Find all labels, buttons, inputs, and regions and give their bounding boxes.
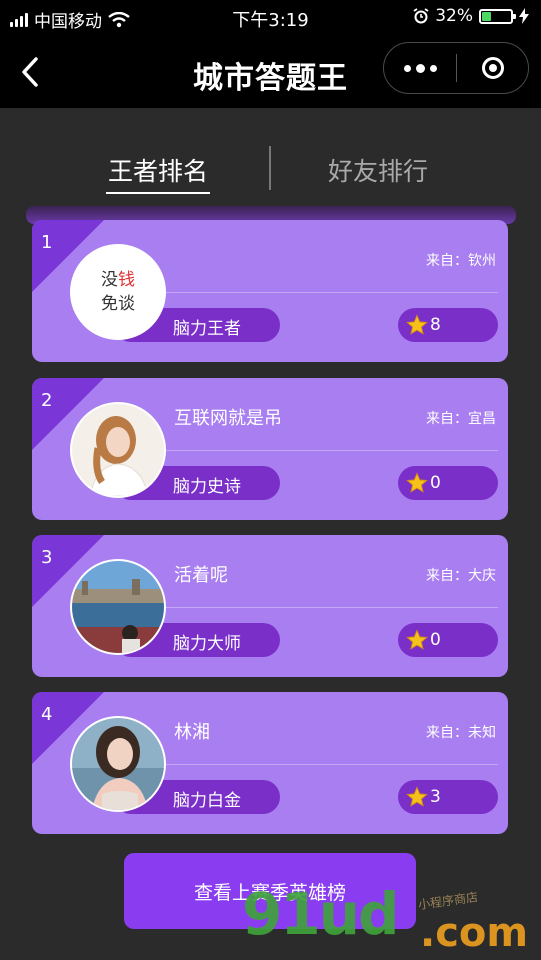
player-location: 来自：未知 xyxy=(426,725,496,741)
alarm-icon xyxy=(413,8,429,24)
star-count-badge: 0 xyxy=(398,623,498,657)
player-name: 活着呢 xyxy=(174,565,228,586)
charging-icon xyxy=(519,8,529,24)
rank-number: 4 xyxy=(41,704,53,725)
tab-friend-ranking[interactable]: 好友排行 xyxy=(328,152,428,188)
more-dots-icon[interactable] xyxy=(384,43,456,93)
miniprogram-close-button[interactable] xyxy=(457,43,528,93)
ranking-card[interactable]: 3 活着呢 来自：大庆 脑力大师 0 xyxy=(32,535,508,677)
star-icon xyxy=(406,786,428,807)
avatar-photo xyxy=(72,561,164,653)
ranking-card[interactable]: 2 互联网就是吊 来自：宜昌 脑力史诗 0 xyxy=(32,378,508,520)
site-watermark: 91ud 小程序商店 .com xyxy=(242,880,532,960)
star-count: 0 xyxy=(430,473,441,493)
miniprogram-close-icon xyxy=(481,57,504,79)
battery-icon xyxy=(479,8,516,24)
avatar-text: 免谈 xyxy=(101,294,135,314)
card-divider xyxy=(160,764,498,765)
player-name: 林湘 xyxy=(174,722,210,743)
rank-title: 脑力史诗 xyxy=(173,477,241,497)
battery-percent: 32% xyxy=(435,6,473,26)
ranking-card[interactable]: 4 林湘 来自：未知 脑力白金 3 xyxy=(32,692,508,834)
rank-number: 1 xyxy=(41,232,53,253)
rank-title: 脑力白金 xyxy=(173,791,241,811)
tab-label: 王者排名 xyxy=(108,157,209,186)
player-name: 互联网就是吊 xyxy=(174,408,282,429)
player-location: 来自：大庆 xyxy=(426,568,496,584)
star-icon xyxy=(406,314,428,335)
avatar xyxy=(70,716,166,812)
star-icon xyxy=(406,629,428,650)
avatar-photo xyxy=(72,718,164,810)
watermark-main: 91ud xyxy=(242,880,400,948)
rank-title: 脑力大师 xyxy=(173,634,241,654)
tab-king-ranking[interactable]: 王者排名 xyxy=(106,152,211,194)
tab-bar: 王者排名 好友排行 xyxy=(0,140,541,200)
card-divider xyxy=(160,292,498,293)
card-divider xyxy=(160,450,498,451)
star-count-badge: 0 xyxy=(398,466,498,500)
tab-label: 好友排行 xyxy=(328,157,429,186)
avatar-text: 没钱 xyxy=(101,270,135,290)
player-location: 来自：宜昌 xyxy=(426,411,496,427)
star-count-badge: 3 xyxy=(398,780,498,814)
rank-number: 2 xyxy=(41,390,53,411)
avatar: 没钱 免谈 xyxy=(70,244,166,340)
status-bar: 中国移动 下午3:19 32% xyxy=(0,0,541,36)
avatar-photo xyxy=(72,404,164,496)
miniprogram-capsule xyxy=(383,42,529,94)
tab-active-underline xyxy=(106,192,211,194)
star-count-badge: 8 xyxy=(398,308,498,342)
star-count: 0 xyxy=(430,630,441,650)
star-icon xyxy=(406,472,428,493)
avatar xyxy=(70,559,166,655)
player-location: 来自：钦州 xyxy=(426,253,496,269)
card-divider xyxy=(160,607,498,608)
tab-separator xyxy=(269,146,271,190)
ranking-card[interactable]: 1 来自：钦州 脑力王者 8 没钱 免谈 xyxy=(32,220,508,362)
star-count: 8 xyxy=(430,315,441,335)
rank-title: 脑力王者 xyxy=(173,319,241,339)
rank-number: 3 xyxy=(41,547,53,568)
avatar xyxy=(70,402,166,498)
nav-bar: 城市答题王 xyxy=(0,36,541,108)
star-count: 3 xyxy=(430,787,441,807)
watermark-suffix: .com xyxy=(420,910,529,956)
